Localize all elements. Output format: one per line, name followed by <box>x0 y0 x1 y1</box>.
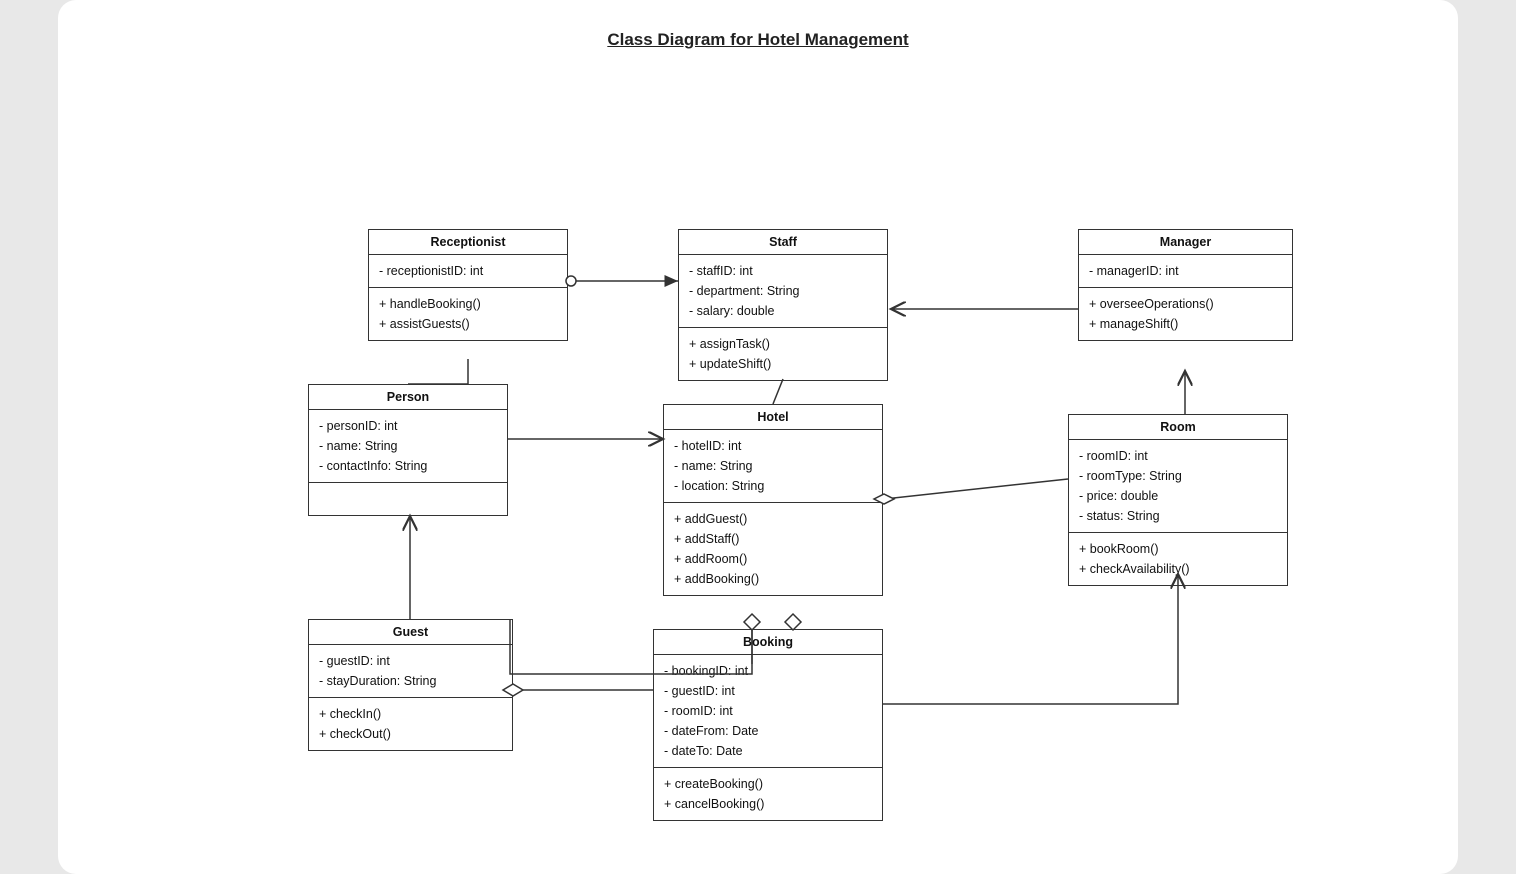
person-class: Person - personID: int- name: String- co… <box>308 384 508 516</box>
room-class: Room - roomID: int- roomType: String- pr… <box>1068 414 1288 586</box>
diagram-area: Receptionist - receptionistID: int + han… <box>98 74 1418 834</box>
staff-hotel-line <box>773 379 783 404</box>
hotel-booking-diamond <box>785 614 801 630</box>
manager-header: Manager <box>1079 230 1292 255</box>
hotel-attrs: - hotelID: int- name: String- location: … <box>664 430 882 503</box>
staff-class: Staff - staffID: int- department: String… <box>678 229 888 381</box>
staff-header: Staff <box>679 230 887 255</box>
receptionist-attrs: - receptionistID: int <box>369 255 567 288</box>
person-attrs: - personID: int- name: String- contactIn… <box>309 410 507 483</box>
manager-methods: + overseeOperations()+ manageShift() <box>1079 288 1292 340</box>
manager-class: Manager - managerID: int + overseeOperat… <box>1078 229 1293 341</box>
guest-attrs: - guestID: int- stayDuration: String <box>309 645 512 698</box>
receptionist-person-path <box>408 359 468 384</box>
guest-methods: + checkIn()+ checkOut() <box>309 698 512 750</box>
booking-room-path <box>883 574 1178 704</box>
receptionist-methods: + handleBooking()+ assistGuests() <box>369 288 567 340</box>
room-methods: + bookRoom()+ checkAvailability() <box>1069 533 1287 585</box>
hotel-header: Hotel <box>664 405 882 430</box>
person-header: Person <box>309 385 507 410</box>
booking-header: Booking <box>654 630 882 655</box>
hotel-room-line <box>884 479 1068 499</box>
staff-methods: + assignTask()+ updateShift() <box>679 328 887 380</box>
booking-attrs: - bookingID: int- guestID: int- roomID: … <box>654 655 882 768</box>
receptionist-class: Receptionist - receptionistID: int + han… <box>368 229 568 341</box>
booking-methods: + createBooking()+ cancelBooking() <box>654 768 882 820</box>
staff-attrs: - staffID: int- department: String- sala… <box>679 255 887 328</box>
booking-class: Booking - bookingID: int- guestID: int- … <box>653 629 883 821</box>
main-canvas: Class Diagram for Hotel Management Recep… <box>58 0 1458 874</box>
room-header: Room <box>1069 415 1287 440</box>
diagram-title: Class Diagram for Hotel Management <box>98 30 1418 50</box>
room-attrs: - roomID: int- roomType: String- price: … <box>1069 440 1287 533</box>
hotel-methods: + addGuest()+ addStaff()+ addRoom()+ add… <box>664 503 882 595</box>
guest-header: Guest <box>309 620 512 645</box>
guest-class: Guest - guestID: int- stayDuration: Stri… <box>308 619 513 751</box>
hotel-guest-diamond <box>744 614 760 630</box>
hotel-class: Hotel - hotelID: int- name: String- loca… <box>663 404 883 596</box>
manager-attrs: - managerID: int <box>1079 255 1292 288</box>
person-methods <box>309 483 507 515</box>
receptionist-header: Receptionist <box>369 230 567 255</box>
